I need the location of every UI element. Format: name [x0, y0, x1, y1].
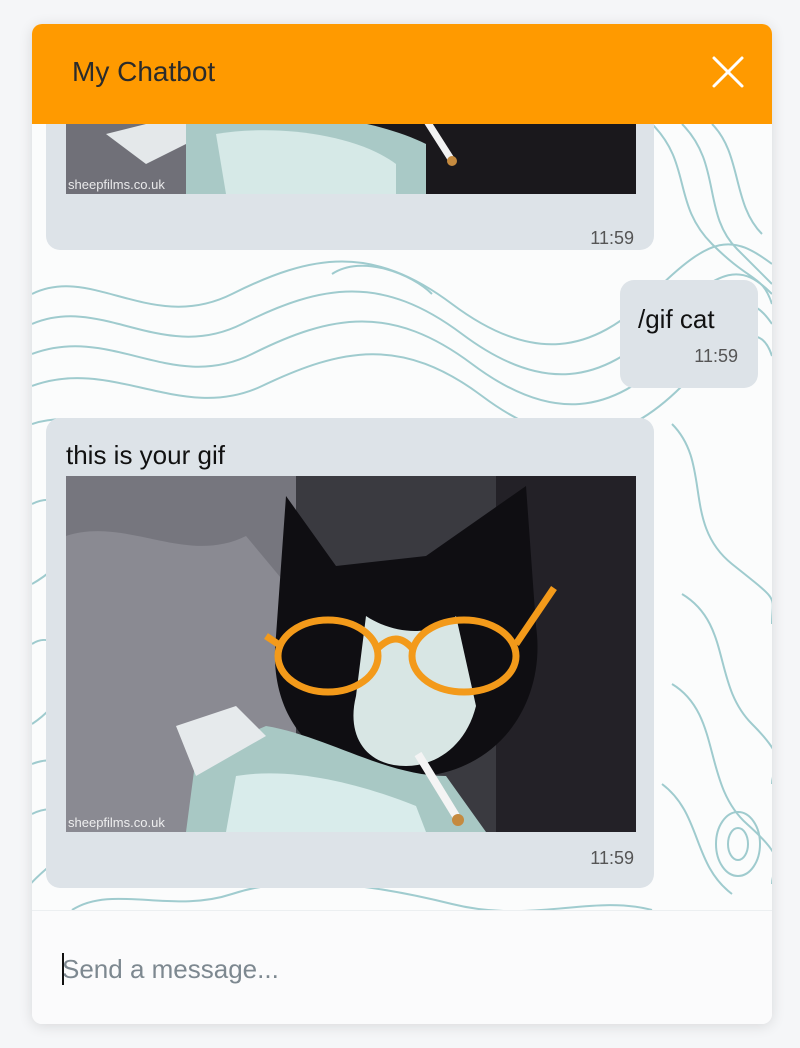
close-button[interactable] [710, 54, 746, 90]
message-time: 11:59 [590, 848, 634, 868]
gif-watermark: sheepfilms.co.uk [68, 177, 165, 192]
gif-watermark: sheepfilms.co.uk [68, 815, 165, 830]
bot-message: this is your gif sheepfilms.co.uk 11:59 [46, 418, 654, 888]
message-time: 11:59 [694, 346, 738, 366]
gif-image[interactable]: sheepfilms.co.uk [66, 476, 636, 832]
user-message: /gif cat 11:59 [620, 280, 758, 388]
close-icon [712, 56, 744, 88]
user-message-text: /gif cat [638, 304, 715, 334]
bot-message: sheepfilms.co.uk 11:59 [46, 124, 654, 250]
chat-widget: My Chatbot sheepfilms.co.uk 11:59 /gif c… [32, 24, 772, 1024]
composer [32, 910, 772, 1024]
chat-header: My Chatbot [32, 24, 772, 124]
gif-image[interactable]: sheepfilms.co.uk [66, 124, 636, 194]
message-input[interactable] [60, 939, 744, 999]
cat-gif-graphic [66, 476, 636, 832]
message-time: 11:59 [590, 228, 634, 248]
message-list[interactable]: sheepfilms.co.uk 11:59 /gif cat 11:59 th… [32, 124, 772, 910]
bot-message-text: this is your gif [66, 440, 225, 470]
chat-title: My Chatbot [72, 56, 216, 87]
text-cursor [62, 953, 64, 985]
